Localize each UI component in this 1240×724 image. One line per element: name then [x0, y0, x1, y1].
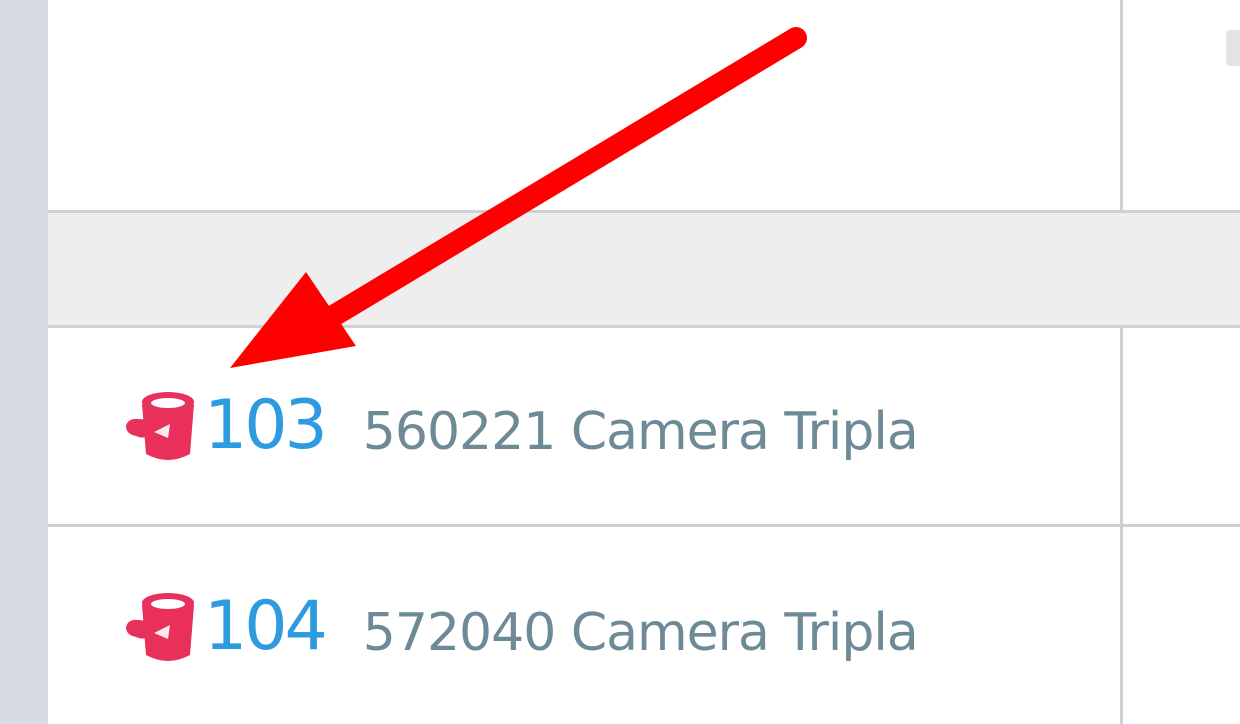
- left-gutter: [0, 0, 48, 724]
- room-row: 103 560221 Camera Tripla: [48, 328, 1240, 524]
- empty-row: [48, 0, 1240, 210]
- column-divider: [1120, 0, 1123, 210]
- column-divider: [1120, 325, 1123, 724]
- group-header-row: [48, 213, 1240, 325]
- room-entry-103[interactable]: 103 560221 Camera Tripla: [122, 386, 919, 466]
- edge-control-fragment: [1226, 30, 1240, 66]
- room-entry-104[interactable]: 104 572040 Camera Tripla: [122, 587, 919, 667]
- room-row: 104 572040 Camera Tripla: [48, 527, 1240, 724]
- room-number: 104: [204, 587, 328, 666]
- room-description: 572040 Camera Tripla: [362, 603, 919, 663]
- room-description: 560221 Camera Tripla: [362, 402, 919, 462]
- room-grid: 103 560221 Camera Tripla 104 572040 Came…: [48, 0, 1240, 724]
- paint-bucket-icon: [126, 593, 194, 661]
- room-number: 103: [204, 386, 328, 465]
- paint-bucket-icon: [126, 392, 194, 460]
